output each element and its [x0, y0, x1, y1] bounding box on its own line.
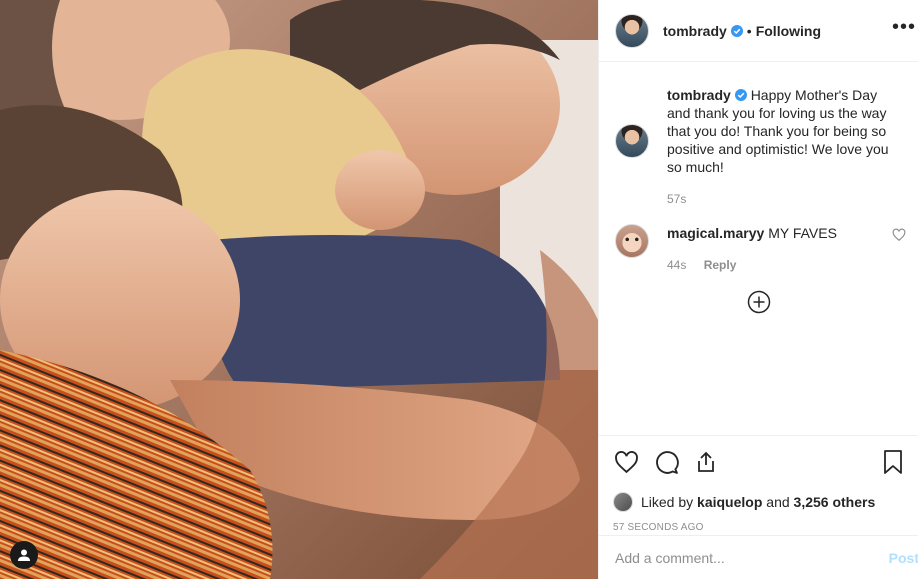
tagged-users-button[interactable]	[10, 541, 38, 569]
action-icons	[613, 446, 906, 478]
comment-username[interactable]: magical.maryy	[667, 225, 764, 241]
comment-text: MY FAVES	[768, 225, 837, 241]
add-comment-bar: Post	[599, 535, 918, 579]
share-button[interactable]	[693, 449, 719, 475]
comments-list: tombrady Happy Mother's Day and thank yo…	[599, 62, 918, 435]
caption-item: tombrady Happy Mother's Day and thank yo…	[615, 86, 902, 208]
caption-username[interactable]: tombrady	[667, 87, 731, 103]
caption-time[interactable]: 57s	[667, 192, 686, 206]
comment-body: magical.maryy MY FAVES 44s Reply	[667, 224, 902, 274]
avatar[interactable]	[615, 13, 649, 48]
list-item: magical.maryy MY FAVES 44s Reply	[615, 224, 906, 274]
likes-prefix: Liked by	[641, 494, 694, 510]
bookmark-icon	[884, 450, 902, 474]
more-horizontal-icon[interactable]: •••	[890, 16, 918, 39]
comment-button[interactable]	[653, 449, 679, 475]
caption-avatar[interactable]	[615, 124, 649, 158]
comment-time[interactable]: 44s	[667, 258, 686, 272]
post-timestamp[interactable]: 57 SECONDS AGO	[613, 522, 906, 533]
verified-badge-icon	[730, 24, 743, 37]
header-username[interactable]: tombrady	[663, 23, 727, 39]
plus-circle-icon	[747, 290, 770, 314]
likes-and: and	[766, 494, 790, 510]
save-button[interactable]	[880, 449, 906, 475]
instagram-post: tombrady • Following ••• tombrady Happy …	[0, 0, 918, 579]
comment-like-heart-icon[interactable]	[892, 228, 906, 242]
post-actions: Liked by kaiquelop and 3,256 others 57 S…	[599, 435, 918, 579]
likes-summary: Liked by kaiquelop and 3,256 others	[613, 492, 906, 512]
load-more-comments-button[interactable]	[615, 290, 902, 314]
post-comment-button[interactable]: Post	[879, 550, 918, 566]
caption-meta: 57s	[667, 190, 902, 208]
caption-body: tombrady Happy Mother's Day and thank yo…	[667, 86, 902, 208]
post-header: tombrady • Following •••	[599, 0, 918, 62]
comment-meta: 44s Reply	[667, 256, 902, 274]
post-side-panel: tombrady • Following ••• tombrady Happy …	[598, 0, 918, 579]
comment-avatar[interactable]	[615, 224, 649, 258]
liker-avatar[interactable]	[613, 492, 633, 512]
separator-dot: •	[746, 22, 752, 39]
comment-input[interactable]	[615, 549, 879, 566]
user-icon	[18, 549, 30, 561]
comment-icon	[655, 450, 679, 474]
like-button[interactable]	[613, 449, 639, 475]
likes-count-link[interactable]: 3,256 others	[794, 494, 876, 510]
reply-button[interactable]: Reply	[704, 258, 737, 272]
share-icon	[698, 451, 714, 472]
post-photo[interactable]	[0, 0, 598, 579]
following-button[interactable]: Following	[756, 23, 821, 39]
verified-badge-icon	[734, 89, 747, 101]
photo-family-hug	[0, 0, 598, 579]
heart-icon	[614, 450, 638, 473]
liker-username[interactable]: kaiquelop	[697, 494, 762, 510]
